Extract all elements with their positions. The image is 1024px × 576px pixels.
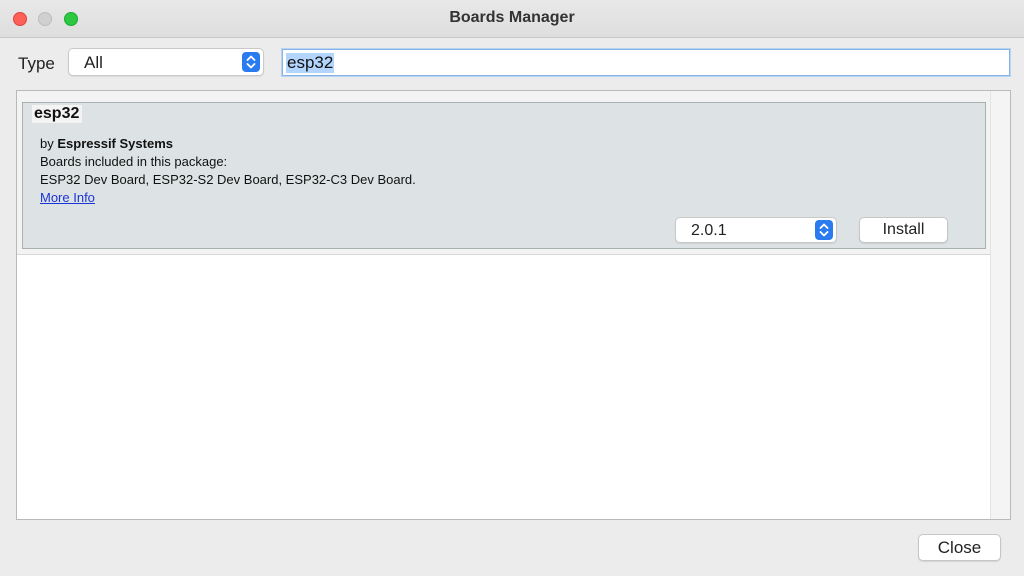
title-bar[interactable]: Boards Manager bbox=[0, 0, 1024, 38]
package-card[interactable]: esp32 by Espressif Systems Boards includ… bbox=[22, 102, 986, 249]
install-button[interactable]: Install bbox=[859, 217, 948, 243]
type-label: Type bbox=[18, 54, 55, 73]
close-button[interactable]: Close bbox=[918, 534, 1001, 561]
version-select-value: 2.0.1 bbox=[691, 222, 727, 239]
package-details: by Espressif Systems Boards included in … bbox=[40, 135, 416, 207]
version-select[interactable]: 2.0.1 bbox=[675, 217, 837, 243]
boards-manager-window: Boards Manager Type All esp32 esp32 by E… bbox=[0, 0, 1024, 576]
package-name: esp32 bbox=[32, 105, 83, 123]
package-author-prefix: by bbox=[40, 136, 54, 151]
package-list-item[interactable]: esp32 by Espressif Systems Boards includ… bbox=[17, 91, 990, 255]
type-select[interactable]: All bbox=[68, 48, 264, 76]
package-author: Espressif Systems bbox=[57, 136, 173, 151]
package-list[interactable]: esp32 by Espressif Systems Boards includ… bbox=[16, 90, 1011, 520]
type-select-value: All bbox=[84, 53, 103, 72]
window-title: Boards Manager bbox=[449, 9, 575, 26]
up-down-chevron-icon bbox=[242, 52, 260, 72]
search-input[interactable]: esp32 bbox=[282, 49, 1010, 76]
package-author-line: by Espressif Systems bbox=[40, 135, 416, 153]
up-down-chevron-icon bbox=[815, 220, 833, 240]
package-boards-list: ESP32 Dev Board, ESP32-S2 Dev Board, ESP… bbox=[40, 172, 416, 187]
search-input-text: esp32 bbox=[286, 53, 335, 73]
package-boards-heading: Boards included in this package: bbox=[40, 154, 228, 169]
more-info-link[interactable]: More Info bbox=[40, 190, 95, 205]
vertical-scrollbar[interactable] bbox=[990, 91, 1010, 519]
